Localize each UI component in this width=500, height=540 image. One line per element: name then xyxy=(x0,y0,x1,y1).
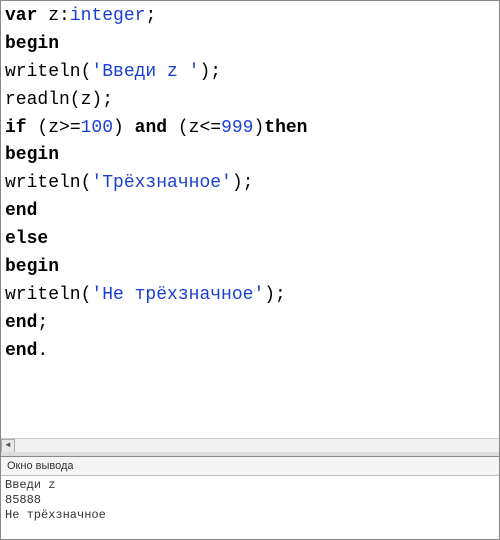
code-token: begin xyxy=(5,145,59,165)
code-token: else xyxy=(5,229,48,249)
code-token: then xyxy=(264,118,307,138)
code-line[interactable]: end xyxy=(5,198,495,226)
code-token: 999 xyxy=(221,118,253,138)
code-token: writeln( xyxy=(5,173,91,193)
code-token: end xyxy=(5,201,37,221)
code-line[interactable]: begin xyxy=(5,31,495,59)
code-token: ) xyxy=(253,118,264,138)
code-token: begin xyxy=(5,257,59,277)
code-token: and xyxy=(135,118,167,138)
code-line[interactable]: begin xyxy=(5,142,495,170)
output-title: Окно вывода xyxy=(1,457,499,476)
code-token: readln(z); xyxy=(5,90,113,110)
code-token: . xyxy=(37,341,48,361)
code-token: end xyxy=(5,313,37,333)
code-token: 'Трёхзначное' xyxy=(91,173,231,193)
code-token: ) xyxy=(113,118,135,138)
code-line[interactable]: readln(z); xyxy=(5,87,495,115)
output-pane: Окно вывода Введи z 85888Не трёхзначное xyxy=(1,456,499,525)
code-token: writeln( xyxy=(5,62,91,82)
code-token: var xyxy=(5,6,37,26)
code-line[interactable]: else xyxy=(5,226,495,254)
code-token: ); xyxy=(264,285,286,305)
code-token: integer xyxy=(70,6,146,26)
code-token: writeln( xyxy=(5,285,91,305)
code-line[interactable]: writeln('Трёхзначное'); xyxy=(5,170,495,198)
code-token: end xyxy=(5,341,37,361)
code-token: ); xyxy=(199,62,221,82)
code-token: 100 xyxy=(81,118,113,138)
code-token: 'Не трёхзначное' xyxy=(91,285,264,305)
code-token: ; xyxy=(145,6,156,26)
output-line: Не трёхзначное xyxy=(5,508,495,523)
code-line[interactable]: writeln('Не трёхзначное'); xyxy=(5,282,495,310)
output-line: 85888 xyxy=(5,493,495,508)
code-line[interactable]: var z:integer; xyxy=(5,3,495,31)
code-line[interactable]: writeln('Введи z '); xyxy=(5,59,495,87)
code-token: ; xyxy=(37,313,48,333)
code-editor[interactable]: var z:integer;beginwriteln('Введи z ');r… xyxy=(1,1,499,456)
code-token: 'Введи z ' xyxy=(91,62,199,82)
code-token: (z<= xyxy=(167,118,221,138)
code-line[interactable]: end. xyxy=(5,338,495,366)
code-token: ); xyxy=(232,173,254,193)
code-line[interactable]: begin xyxy=(5,254,495,282)
code-line[interactable]: if (z>=100) and (z<=999)then xyxy=(5,115,495,143)
code-token: (z>= xyxy=(27,118,81,138)
code-token: if xyxy=(5,118,27,138)
code-token: z: xyxy=(37,6,69,26)
code-token: begin xyxy=(5,34,59,54)
output-body: Введи z 85888Не трёхзначное xyxy=(1,476,499,525)
scroll-left-button[interactable]: ◄ xyxy=(1,439,15,453)
code-line[interactable]: end; xyxy=(5,310,495,338)
output-line: Введи z xyxy=(5,478,495,493)
horizontal-scrollbar[interactable]: ◄ xyxy=(1,438,499,452)
